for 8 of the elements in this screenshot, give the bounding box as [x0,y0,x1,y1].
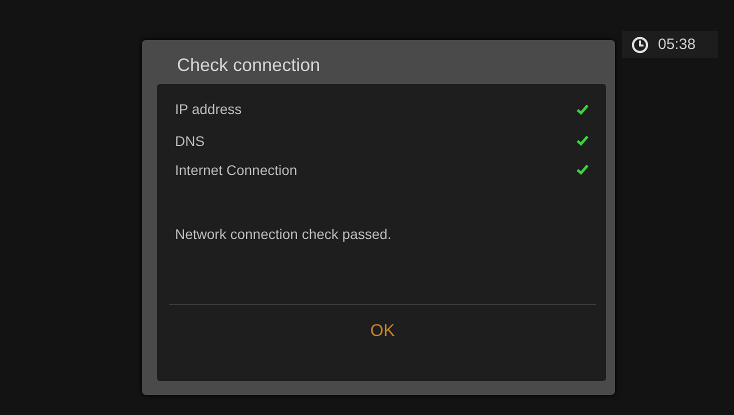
clock-icon [631,36,649,54]
check-label: Internet Connection [175,162,298,178]
ok-button[interactable]: OK [360,317,405,345]
status-message: Network connection check passed. [175,226,392,242]
clock-time: 05:38 [658,36,696,53]
dialog-title: Check connection [176,54,322,77]
check-label: IP address [175,101,242,117]
check-label: DNS [175,132,205,148]
